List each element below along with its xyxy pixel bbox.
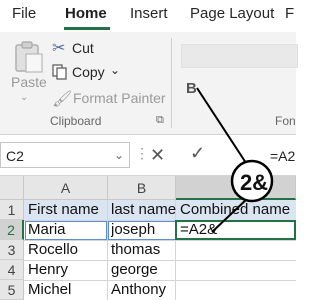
cancel-icon[interactable]: ✕ — [150, 145, 165, 166]
cell-b1[interactable]: last name — [111, 201, 176, 218]
clipboard-group-label: Clipboard — [50, 114, 102, 128]
clipboard-launcher-icon[interactable]: ⧉ — [156, 114, 164, 127]
row-header-4[interactable]: 4 — [0, 260, 24, 280]
cut-button[interactable]: Cut — [72, 40, 94, 56]
cell-a2[interactable]: Maria — [28, 221, 66, 238]
tab-home[interactable]: Home — [65, 5, 107, 22]
scissors-icon[interactable]: ✂ — [52, 38, 65, 58]
name-box-value: C2 — [6, 148, 24, 164]
tab-insert[interactable]: Insert — [130, 5, 168, 22]
tab-formulas[interactable]: F — [285, 5, 294, 22]
select-all-corner[interactable] — [0, 176, 24, 200]
format-painter-icon[interactable]: 🖌 — [52, 89, 72, 109]
tab-file[interactable]: File — [12, 5, 36, 22]
tab-page-layout[interactable]: Page Layout — [190, 5, 274, 22]
font-name-box[interactable] — [181, 44, 298, 68]
cell-b3[interactable]: thomas — [111, 241, 160, 258]
cell-b4[interactable]: george — [111, 261, 158, 278]
row-header-3[interactable]: 3 — [0, 240, 24, 260]
cell-a3[interactable]: Rocello — [28, 241, 78, 258]
name-box-dropdown-icon[interactable]: ⌄ — [114, 148, 124, 162]
row-header-1[interactable]: 1 — [0, 200, 24, 220]
formula-input[interactable]: =A2 — [270, 148, 295, 164]
cell-c2[interactable]: =A2& — [180, 221, 217, 238]
cell-b2[interactable]: joseph — [111, 221, 155, 238]
row-header-5[interactable]: 5 — [0, 280, 24, 300]
paste-dropdown-icon[interactable]: ⌄ — [20, 92, 28, 103]
cell-a4[interactable]: Henry — [28, 261, 68, 278]
active-tab-underline — [64, 27, 110, 30]
cell-a5[interactable]: Michel — [28, 281, 71, 298]
column-header-a[interactable]: A — [24, 176, 108, 200]
paste-button-label[interactable]: Paste — [11, 74, 47, 90]
font-group-label: Fon — [275, 114, 296, 128]
cell-c1[interactable]: Combined name — [180, 201, 296, 218]
magnified-text: 2& — [239, 170, 269, 195]
copy-button[interactable]: Copy — [72, 64, 105, 80]
ribbon-group-separator — [171, 38, 172, 128]
enter-icon[interactable]: ✓ — [190, 143, 205, 164]
format-painter-button[interactable]: Format Painter — [73, 90, 166, 106]
cell-b5[interactable]: Anthony — [111, 281, 166, 298]
copy-icon[interactable] — [52, 64, 68, 85]
column-header-b[interactable]: B — [108, 176, 176, 200]
cell-a1[interactable]: First name — [28, 201, 99, 218]
gridline — [107, 200, 108, 300]
row-header-2[interactable]: 2 — [0, 220, 24, 240]
copy-dropdown-icon[interactable]: ⌄ — [110, 63, 120, 77]
formula-bar-grip-icon: ⋮ — [135, 145, 149, 161]
bold-button[interactable]: B — [186, 80, 197, 97]
